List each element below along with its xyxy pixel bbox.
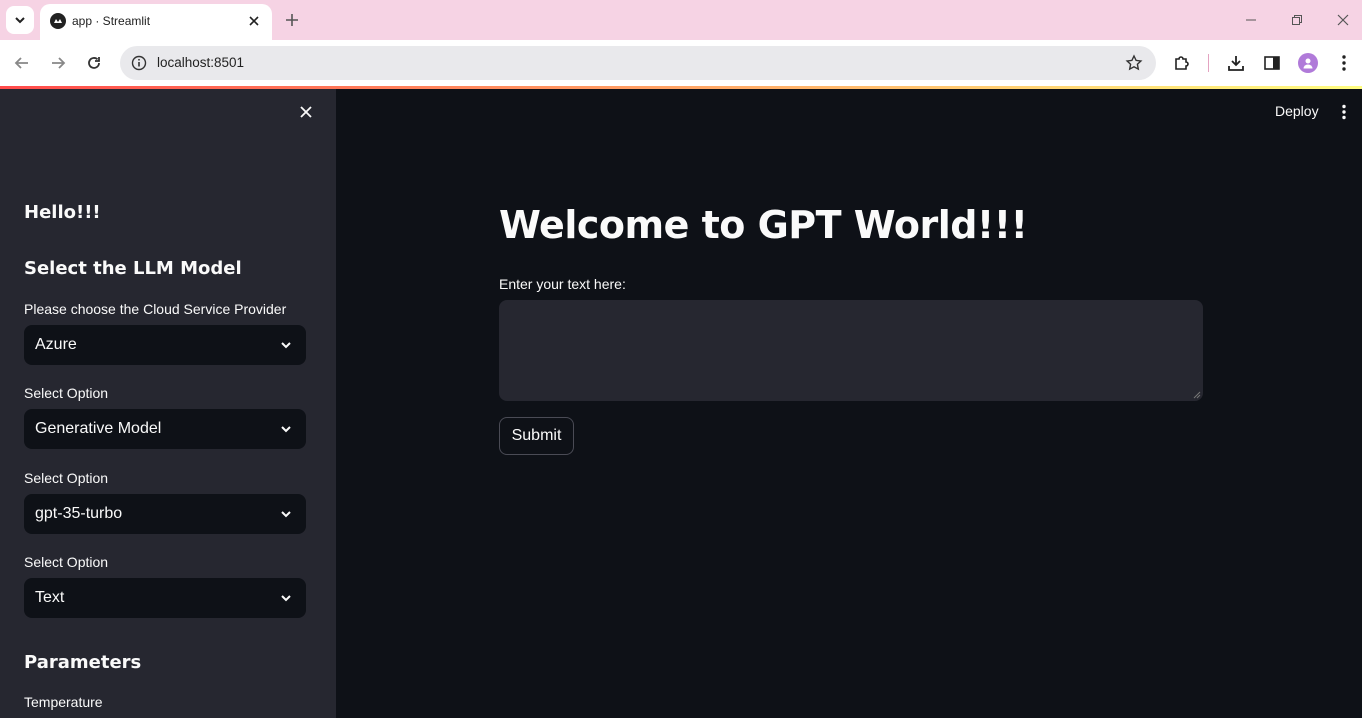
browser-tab[interactable]: app · Streamlit [40,4,272,40]
close-icon [1337,14,1349,26]
temperature-label: Temperature [24,694,103,710]
submit-button[interactable]: Submit [499,417,574,455]
downloads-button[interactable] [1224,51,1248,75]
arrow-left-icon [14,57,28,69]
address-bar[interactable]: localhost:8501 [120,46,1156,80]
model-select[interactable]: gpt-35-turbo [24,494,306,534]
site-info-icon[interactable] [130,54,148,72]
provider-select[interactable]: Azure [24,325,306,365]
new-tab-button[interactable] [280,8,304,32]
model-heading: Select the LLM Model [24,258,242,279]
model-select-value: gpt-35-turbo [35,505,123,522]
streamlit-favicon-icon [50,13,66,29]
restore-button[interactable] [1287,10,1307,30]
chevron-down-icon [278,337,294,353]
side-panel-icon [1264,56,1280,70]
bookmark-star-icon[interactable] [1124,53,1144,73]
output-type-select[interactable]: Text [24,578,306,618]
url-text: localhost:8501 [157,55,245,70]
arrow-right-icon [52,57,66,69]
chevron-down-icon [278,590,294,606]
tab-title: app · Streamlit [72,14,151,28]
main-menu-button[interactable] [1334,101,1354,123]
plus-icon [286,14,298,26]
sidebar: Hello!!! Select the LLM Model Please cho… [0,89,336,718]
model-type-select-value: Generative Model [35,420,162,437]
provider-select-value: Azure [35,336,77,353]
text-input-area[interactable] [499,300,1203,401]
restore-icon [1292,15,1302,25]
close-icon [300,106,312,118]
kebab-menu-icon [1342,104,1346,120]
sidebar-greeting: Hello!!! [24,202,101,223]
user-icon [1303,58,1313,69]
kebab-menu-icon [1342,55,1346,71]
option2-label: Select Option [24,470,109,486]
browser-toolbar: localhost:8501 [0,40,1362,86]
download-icon [1228,56,1244,71]
tab-search-button[interactable] [6,6,34,34]
puzzle-icon [1175,56,1189,70]
browser-menu-button[interactable] [1332,51,1356,75]
output-type-select-value: Text [35,589,65,606]
toolbar-divider [1208,54,1209,72]
profile-avatar[interactable] [1298,53,1318,73]
parameters-heading: Parameters [24,652,142,673]
extensions-button[interactable] [1170,51,1194,75]
chevron-down-icon [15,17,25,24]
provider-label: Please choose the Cloud Service Provider [24,301,287,317]
chevron-down-icon [278,421,294,437]
minimize-icon [1246,19,1256,21]
tab-close-icon[interactable] [244,11,264,31]
deploy-button[interactable]: Deploy [1266,100,1328,122]
side-panel-button[interactable] [1260,51,1284,75]
resize-handle-icon[interactable] [1193,391,1201,399]
forward-button[interactable] [46,51,70,75]
browser-tab-bar: app · Streamlit [0,0,1362,40]
chevron-down-icon [278,506,294,522]
back-button[interactable] [10,51,34,75]
text-input-label: Enter your text here: [499,276,626,292]
reload-icon [88,57,100,69]
minimize-button[interactable] [1241,10,1261,30]
reload-button[interactable] [82,51,106,75]
option1-label: Select Option [24,385,109,401]
page-title: Welcome to GPT World!!! [499,203,1028,247]
option3-label: Select Option [24,554,109,570]
close-window-button[interactable] [1333,10,1353,30]
model-type-select[interactable]: Generative Model [24,409,306,449]
sidebar-close-button[interactable] [296,102,316,122]
